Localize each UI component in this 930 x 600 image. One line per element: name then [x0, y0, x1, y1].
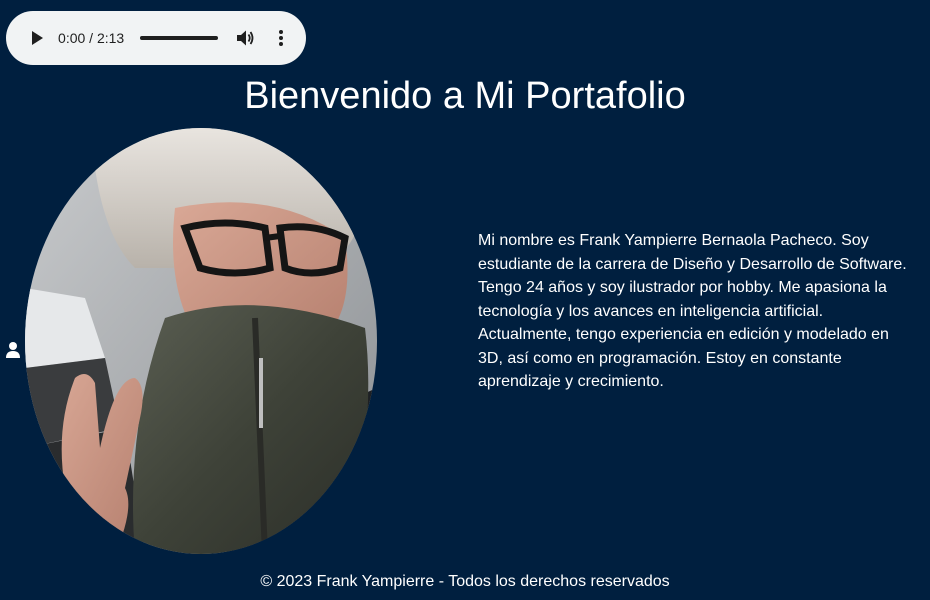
audio-progress-fill — [140, 36, 219, 40]
footer-copyright: © 2023 Frank Yampierre - Todos los derec… — [260, 573, 670, 590]
play-button[interactable] — [26, 26, 48, 50]
user-icon — [5, 341, 21, 359]
more-vert-icon — [278, 30, 283, 46]
audio-time: 0:00 / 2:13 — [58, 30, 125, 46]
profile-photo — [25, 128, 377, 554]
audio-player[interactable]: 0:00 / 2:13 — [6, 11, 306, 65]
more-options-button[interactable] — [272, 26, 290, 50]
volume-button[interactable] — [234, 26, 256, 50]
page-title: Bienvenido a Mi Portafolio — [244, 75, 686, 117]
portfolio-page: 0:00 / 2:13 Bienvenido a Mi Portafolio M… — [0, 0, 930, 600]
bio-text: Mi nombre es Frank Yampierre Bernaola Pa… — [478, 232, 907, 390]
volume-icon — [236, 30, 254, 46]
audio-progress-slider[interactable] — [140, 36, 219, 40]
play-icon — [32, 31, 44, 45]
